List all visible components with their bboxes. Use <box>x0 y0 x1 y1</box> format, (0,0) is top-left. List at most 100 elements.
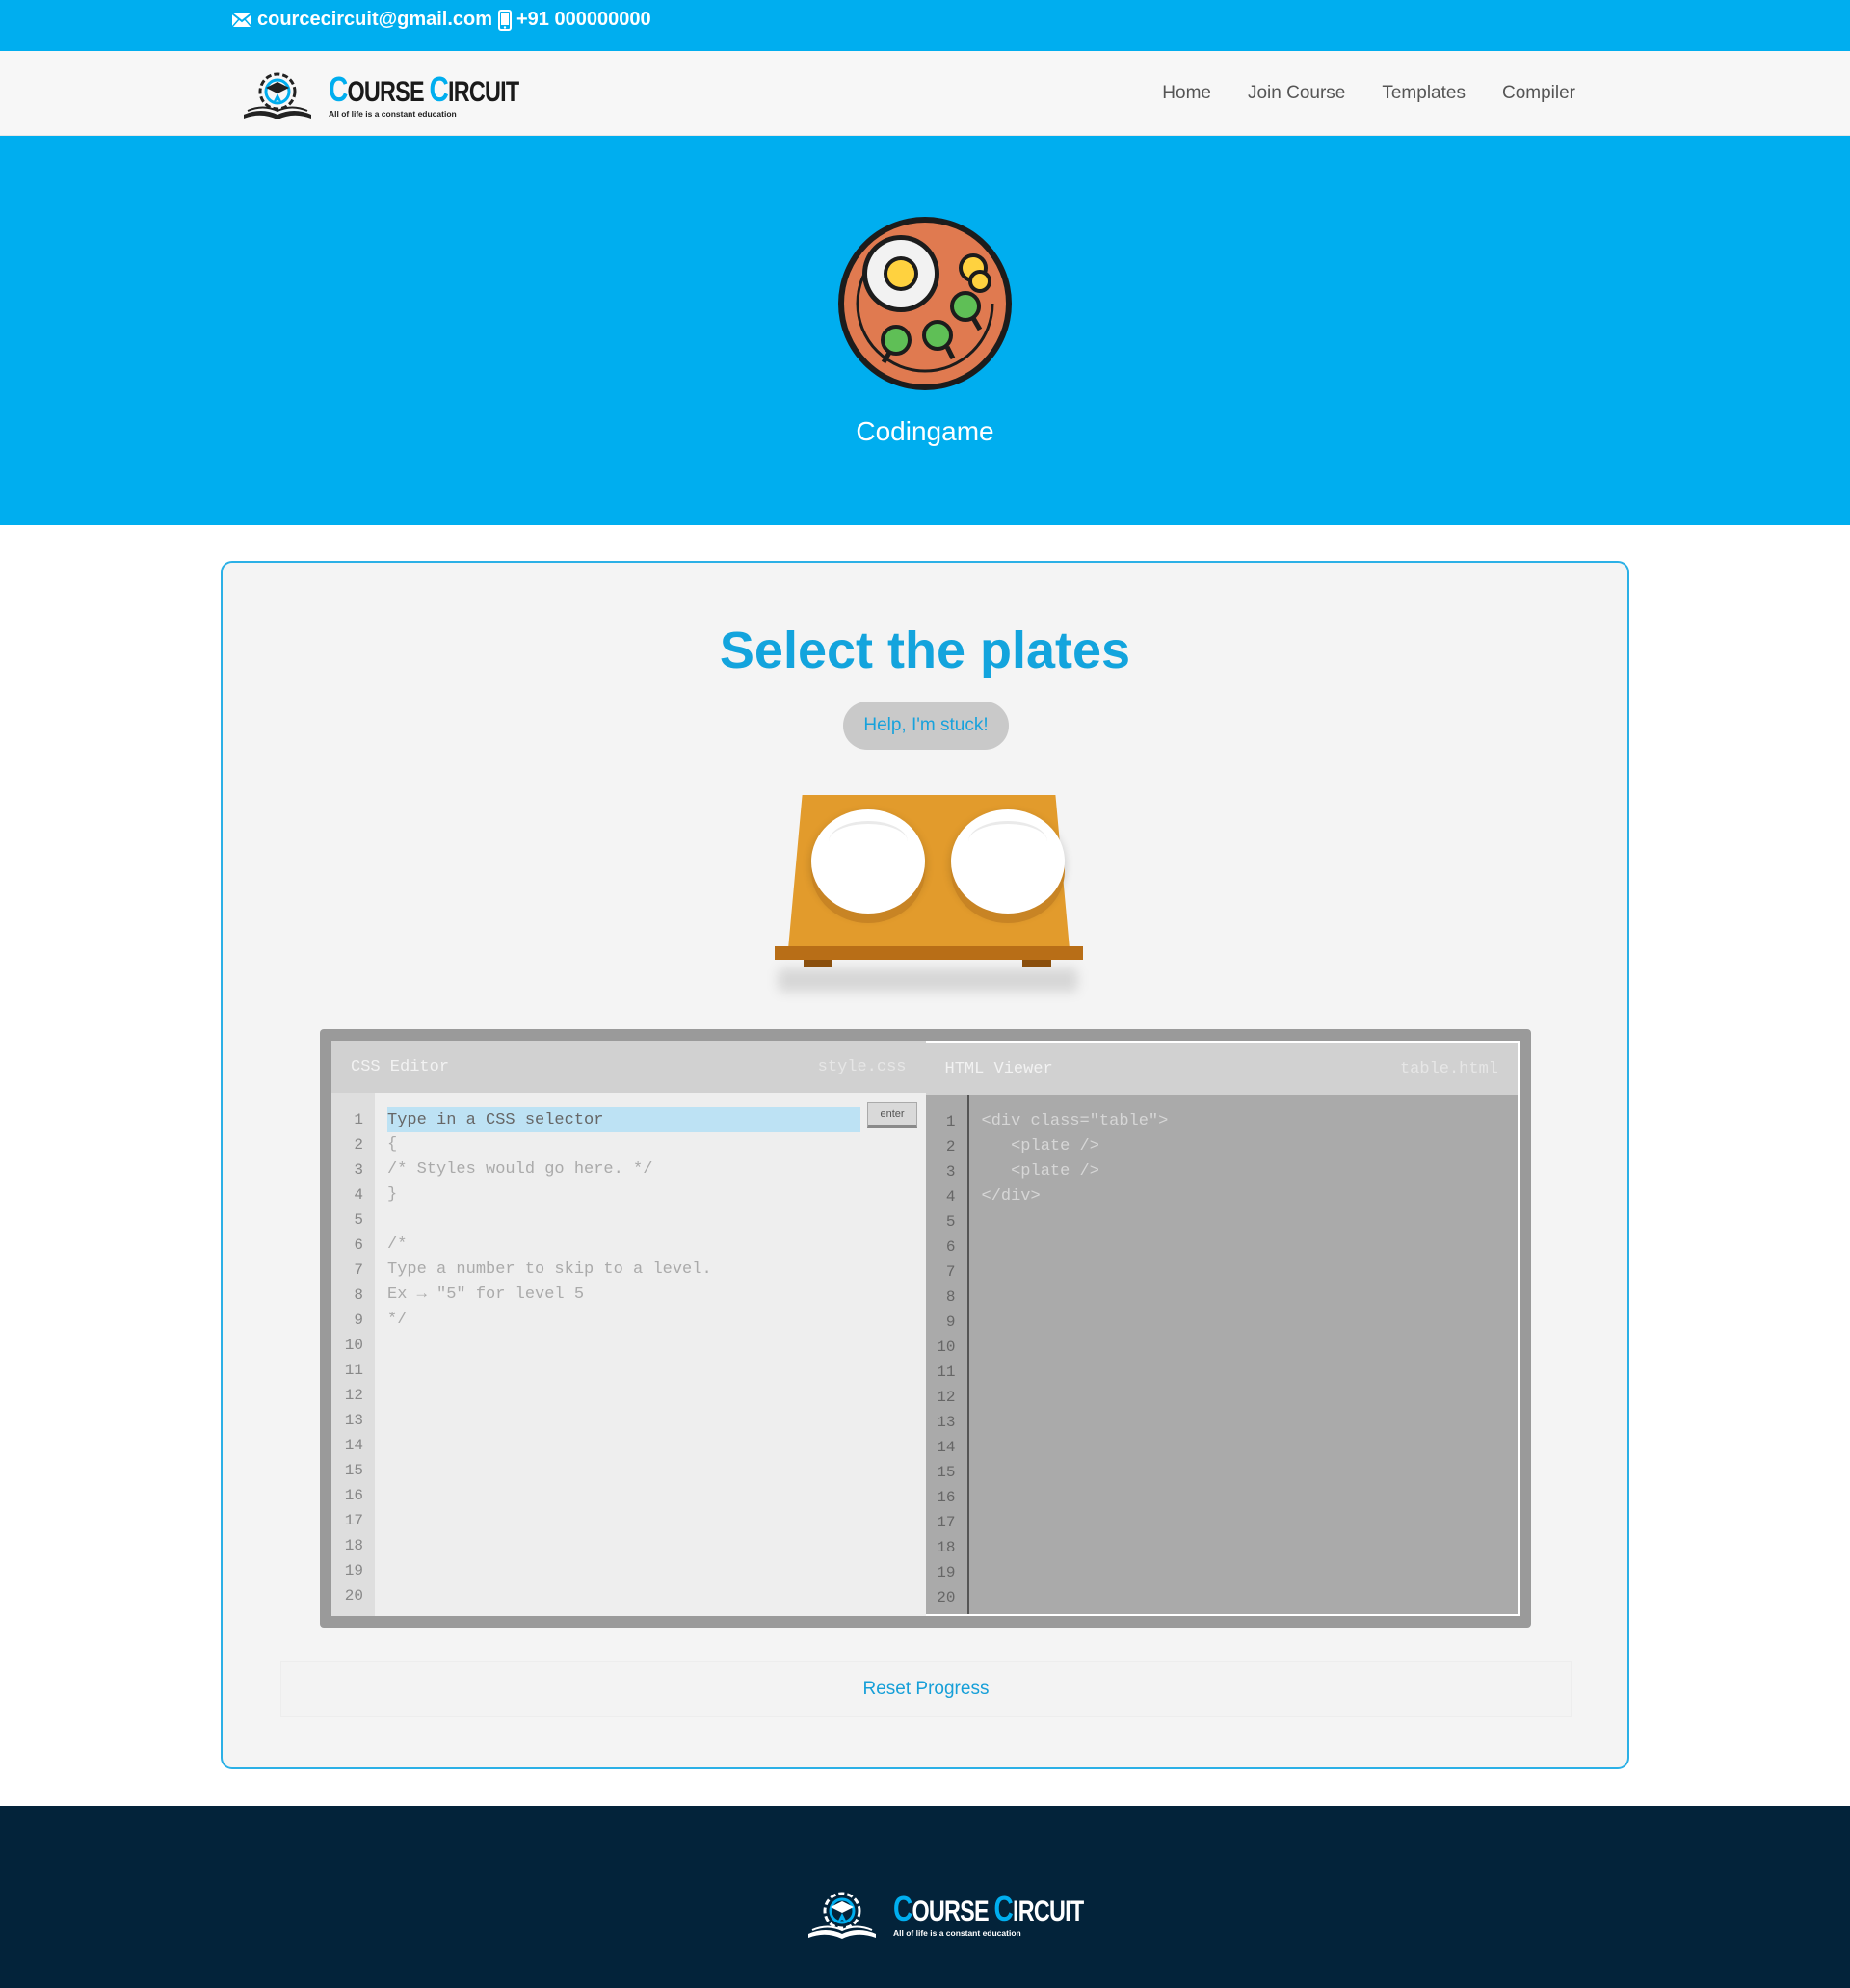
table-edge <box>775 946 1083 960</box>
css-code-line: /* <box>387 1235 408 1254</box>
line-number: 20 <box>937 1589 956 1606</box>
line-number: 20 <box>344 1587 363 1604</box>
html-viewer-body: 1 2 3 4 5 6 7 8 9 10 11 12 13 14 15 16 17 18 19 20 <div cla… <box>925 1095 1519 1614</box>
line-number: 2 <box>354 1136 363 1153</box>
level-title: Select the plates <box>719 622 1131 679</box>
top-contact-bar: courcecircuit@gmail.com +91 000000000 <box>0 0 1850 51</box>
line-number: 3 <box>354 1161 363 1179</box>
line-number: 7 <box>354 1261 363 1279</box>
line-number: 1 <box>945 1113 956 1130</box>
line-number: 15 <box>344 1462 363 1479</box>
line-number: 10 <box>344 1337 363 1354</box>
line-number: 11 <box>937 1364 956 1381</box>
footer-logo[interactable]: COURSE CIRCUIT All of life is a constant… <box>803 1888 1137 1942</box>
css-code: { /* Styles would go here. */ } /* Type … <box>375 1093 926 1616</box>
line-number: 5 <box>354 1211 363 1229</box>
nav-templates[interactable]: Templates <box>1382 83 1466 104</box>
line-number: 6 <box>354 1236 363 1254</box>
css-code-line: } <box>387 1185 398 1204</box>
html-line-numbers: 1 2 3 4 5 6 7 8 9 10 11 12 13 14 15 16 17 18 19 20 <box>925 1095 969 1614</box>
line-number: 14 <box>937 1439 956 1456</box>
line-number: 16 <box>937 1489 956 1506</box>
css-code-line: */ <box>387 1311 408 1329</box>
css-code-line: { <box>387 1135 398 1153</box>
css-selector-input[interactable] <box>387 1107 860 1132</box>
line-number: 7 <box>945 1263 956 1281</box>
hero-title: Codingame <box>856 416 994 446</box>
line-number: 16 <box>344 1487 363 1504</box>
line-number: 5 <box>945 1213 956 1231</box>
line-number: 13 <box>344 1412 363 1429</box>
html-code-line[interactable]: <plate /> <box>982 1134 1519 1159</box>
css-editor-pane: CSS Editor style.css 1 2 3 4 5 6 7 8 9 10 11 12 13 14… <box>331 1041 926 1616</box>
reset-bar: Reset Progress <box>280 1661 1572 1717</box>
nav-home[interactable]: Home <box>1162 83 1211 104</box>
css-input-line <box>387 1107 926 1132</box>
css-editor-body: 1234567891011121314151617181920 { /* Sty… <box>331 1093 926 1616</box>
css-editor-header: CSS Editor style.css <box>331 1041 926 1093</box>
html-code-line[interactable]: <div class="table"> <box>982 1109 1519 1134</box>
line-number: 10 <box>937 1339 956 1356</box>
css-code-line: Ex → "5" for level 5 <box>387 1286 585 1304</box>
contact-email[interactable]: courcecircuit@gmail.com <box>231 0 492 40</box>
site-logo[interactable]: COURSE CIRCUIT All of life is a constant… <box>238 68 572 122</box>
css-editor-filename: style.css <box>817 1057 907 1076</box>
line-number: 4 <box>945 1188 956 1206</box>
html-viewer-header: HTML Viewer table.html <box>925 1043 1518 1095</box>
logo-emblem-icon <box>808 1892 876 1939</box>
html-code-line[interactable]: <plate /> <box>982 1159 1519 1184</box>
plate[interactable] <box>951 809 1065 914</box>
food-plate-icon <box>838 217 1012 390</box>
game-table <box>775 795 1083 992</box>
main-navbar: COURSE CIRCUIT All of life is a constant… <box>0 51 1850 136</box>
line-number: 6 <box>945 1238 956 1256</box>
help-button[interactable]: Help, I'm stuck! <box>843 702 1009 750</box>
nav-compiler[interactable]: Compiler <box>1502 83 1575 104</box>
line-number: 19 <box>937 1564 956 1581</box>
contact-email-text[interactable]: courcecircuit@gmail.com <box>257 9 492 31</box>
html-viewer-filename: table.html <box>1399 1059 1498 1078</box>
html-viewer-pane: HTML Viewer table.html 1 2 3 4 5 6 7 8 9 10 11 12 13… <box>925 1041 1520 1616</box>
footer-logo-text: COURSE CIRCUIT All of life is a constant… <box>893 1892 1137 1938</box>
line-number: 8 <box>945 1288 956 1306</box>
table-leg-left <box>804 960 832 967</box>
html-code: <div class="table"> <plate /> <plate /> … <box>969 1095 1519 1614</box>
game-card: Select the plates Help, I'm stuck! CSS E… <box>221 561 1629 1769</box>
line-number: 2 <box>945 1138 956 1155</box>
line-number: 19 <box>344 1562 363 1579</box>
line-number: 15 <box>937 1464 956 1481</box>
nav-links: Home Join Course Templates Compiler <box>1162 51 1575 136</box>
line-number: 3 <box>945 1163 956 1180</box>
enter-button[interactable]: enter <box>867 1102 917 1128</box>
plate[interactable] <box>811 809 925 914</box>
contact-phone-text[interactable]: +91 000000000 <box>516 9 651 31</box>
css-line-numbers: 1 2 3 4 5 6 7 8 9 10 11 12 13 14 15 16 17 18 19 20 <box>331 1093 375 1616</box>
reset-progress-link[interactable]: Reset Progress <box>863 1679 990 1700</box>
html-code-line[interactable]: </div> <box>982 1184 1519 1209</box>
phone-icon <box>498 9 512 31</box>
css-code-line <box>387 1207 926 1233</box>
line-number: 4 <box>354 1186 363 1204</box>
logo-text: COURSE CIRCUIT All of life is a constant… <box>329 72 572 119</box>
logo-title: COURSE CIRCUIT <box>329 69 519 110</box>
logo-tagline: All of life is a constant education <box>329 109 457 119</box>
footer-logo-tagline: All of life is a constant education <box>893 1928 1021 1939</box>
html-viewer-title: HTML Viewer <box>944 1059 1053 1078</box>
line-number: 13 <box>937 1414 956 1431</box>
line-number: 9 <box>354 1312 363 1329</box>
css-code-line: /* Styles would go here. */ <box>387 1160 653 1179</box>
logo-emblem-icon <box>244 72 311 119</box>
line-number: 8 <box>354 1286 363 1304</box>
css-editor-title: CSS Editor <box>351 1057 450 1076</box>
nav-join-course[interactable]: Join Course <box>1248 83 1345 104</box>
hero-banner: Codingame <box>0 136 1850 525</box>
line-number: 18 <box>937 1539 956 1556</box>
line-number: 14 <box>344 1437 363 1454</box>
site-footer: COURSE CIRCUIT All of life is a constant… <box>0 1806 1850 1988</box>
line-number: 17 <box>344 1512 363 1529</box>
line-number: 11 <box>344 1362 363 1379</box>
line-number: 12 <box>344 1387 363 1404</box>
contact-phone[interactable]: +91 000000000 <box>498 0 651 40</box>
line-number: 12 <box>937 1389 956 1406</box>
table-leg-right <box>1022 960 1051 967</box>
